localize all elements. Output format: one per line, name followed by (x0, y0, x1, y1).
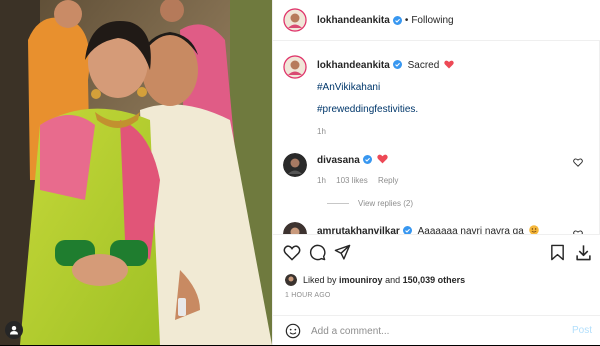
save-icon[interactable] (550, 244, 565, 261)
liked-by-user[interactable]: imouniroy (339, 275, 383, 285)
comment-item: divasana 1h 103 likes Reply View replies… (283, 152, 588, 212)
following-button[interactable]: Following (411, 15, 453, 26)
instagram-post: lokhandeankita • Following lokhandeankit… (0, 0, 600, 345)
action-icons (283, 244, 593, 264)
add-comment-bar: Post (273, 315, 600, 346)
comments-list[interactable]: lokhandeankita Sacred #AnVikikahani #pre… (273, 41, 600, 234)
hashtag-link[interactable]: #AnVikikahani (317, 81, 577, 94)
view-replies-button[interactable]: View replies (2) (327, 199, 413, 208)
post-actions: Liked by imouniroy and 150,039 others 1 … (273, 234, 600, 345)
comment-meta: 1h 103 likes Reply (317, 176, 406, 185)
hashtag-link[interactable]: #preweddingfestivities. (317, 103, 577, 116)
likes-count[interactable]: 150,039 others (403, 275, 466, 285)
red-heart-emoji-icon (444, 60, 454, 69)
verified-badge-icon (402, 226, 412, 234)
liked-by-and: and (385, 275, 401, 285)
comment-username[interactable]: divasana (317, 155, 360, 166)
author-username[interactable]: lokhandeankita (317, 15, 390, 26)
red-heart-emoji-icon (376, 154, 388, 164)
liked-by-prefix: Liked by (303, 275, 337, 285)
caption-timestamp[interactable]: 1h (317, 127, 326, 136)
caption-username[interactable]: lokhandeankita (317, 60, 390, 71)
post-header: lokhandeankita • Following (273, 0, 600, 41)
verified-badge-icon (392, 60, 402, 69)
post-details-panel: lokhandeankita • Following lokhandeankit… (272, 0, 600, 345)
heart-icon[interactable] (283, 244, 301, 261)
comment-line: divasana (317, 154, 388, 166)
view-replies-label: View replies (2) (358, 199, 413, 208)
emoji-smiley-icon[interactable] (285, 323, 301, 339)
avatar[interactable] (283, 153, 307, 177)
comment-icon[interactable] (309, 244, 326, 261)
tagged-people-button[interactable] (5, 321, 23, 339)
post-timestamp[interactable]: 1 HOUR AGO (285, 292, 331, 299)
separator-dot: • (404, 14, 409, 26)
post-comment-button[interactable]: Post (572, 325, 592, 336)
verified-badge-icon (392, 15, 402, 25)
replies-rule (327, 203, 349, 204)
verified-badge-icon (362, 155, 372, 164)
comment-likes[interactable]: 103 likes (336, 176, 368, 185)
liked-by: Liked by imouniroy and 150,039 others (285, 274, 465, 286)
post-photo[interactable] (0, 0, 272, 345)
post-photo-image (0, 0, 272, 345)
avatar[interactable] (283, 8, 307, 32)
avatar[interactable] (285, 274, 297, 286)
person-icon (10, 326, 18, 335)
smiling-face-emoji-icon (528, 225, 539, 234)
avatar[interactable] (283, 222, 307, 234)
share-icon[interactable] (334, 244, 351, 261)
caption-text: Sacred (407, 60, 440, 71)
add-comment-input[interactable] (311, 325, 551, 337)
comment-timestamp[interactable]: 1h (317, 176, 326, 185)
caption-body: lokhandeankita Sacred #AnVikikahani #pre… (317, 59, 577, 116)
avatar[interactable] (283, 55, 307, 79)
reply-button[interactable]: Reply (378, 176, 398, 185)
download-icon[interactable] (575, 244, 592, 261)
comment-line: amrutakhanvilkar Aaaaaaa navri navra ga (317, 225, 539, 234)
comment-text: Aaaaaaa navri navra ga (417, 226, 524, 234)
comment-like-heart-icon[interactable] (573, 158, 583, 167)
comment-username[interactable]: amrutakhanvilkar (317, 226, 400, 234)
